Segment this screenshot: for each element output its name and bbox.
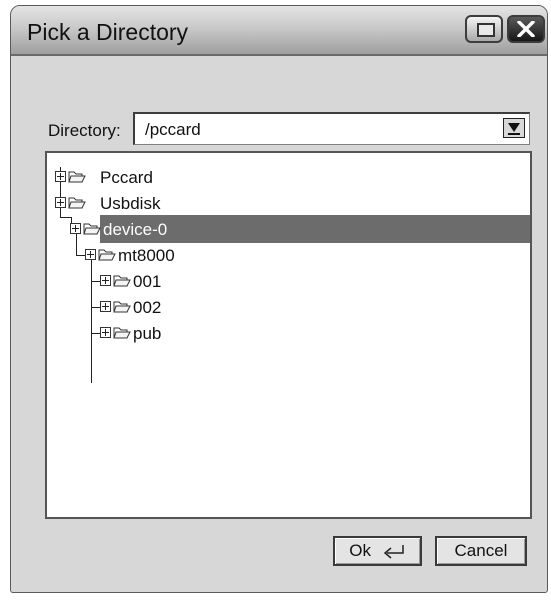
- expand-icon[interactable]: [100, 327, 111, 338]
- dropdown-arrow-button[interactable]: [503, 118, 525, 138]
- maximize-button[interactable]: [465, 15, 503, 43]
- tree-item[interactable]: Pccard: [47, 165, 530, 191]
- tree-item-label: Pccard: [100, 168, 153, 187]
- tree-item[interactable]: mt8000: [47, 243, 530, 269]
- ok-button[interactable]: Ok: [333, 536, 422, 566]
- directory-label: Directory:: [48, 121, 121, 140]
- tree-item-label: mt8000: [118, 246, 175, 265]
- enter-key-icon: [383, 544, 404, 559]
- folder-icon: [113, 301, 131, 313]
- expand-icon[interactable]: [55, 171, 66, 182]
- expand-icon[interactable]: [100, 275, 111, 286]
- cancel-button[interactable]: Cancel: [435, 536, 527, 566]
- tree-item-label: 001: [133, 272, 162, 291]
- title-bar[interactable]: Pick a Directory: [11, 6, 547, 56]
- expand-icon[interactable]: [55, 197, 66, 208]
- tree-item-label: device-0: [103, 220, 168, 239]
- maximize-icon: [477, 23, 495, 37]
- cancel-button-label: Cancel: [454, 541, 508, 560]
- expand-icon[interactable]: [70, 223, 81, 234]
- pick-directory-dialog: Pick a Directory Directory: /pccard Pcca…: [10, 5, 548, 593]
- tree-item-label: pub: [133, 324, 162, 343]
- ok-button-label: Ok: [349, 541, 371, 560]
- chevron-down-icon: [508, 123, 520, 132]
- folder-icon: [98, 249, 116, 261]
- folder-icon: [68, 171, 86, 183]
- directory-value: /pccard: [145, 120, 201, 139]
- tree-item-label: Usbdisk: [100, 194, 161, 213]
- folder-icon: [68, 197, 86, 209]
- tree-item[interactable]: device-0: [47, 215, 530, 243]
- close-icon: [517, 21, 535, 37]
- tree-item[interactable]: 002: [47, 295, 530, 321]
- tree-item-label: 002: [133, 298, 162, 317]
- tree-item[interactable]: Usbdisk: [47, 191, 530, 217]
- tree-item[interactable]: pub: [47, 321, 530, 347]
- expand-icon[interactable]: [100, 301, 111, 312]
- folder-icon: [83, 223, 101, 235]
- folder-icon: [113, 327, 131, 339]
- dialog-title: Pick a Directory: [27, 19, 189, 45]
- directory-select[interactable]: /pccard: [133, 112, 530, 145]
- directory-tree[interactable]: Pccard Usbdisk device-0 mt8000 001 002 pub: [45, 151, 532, 519]
- folder-icon: [113, 275, 131, 287]
- expand-icon[interactable]: [85, 249, 96, 260]
- tree-item[interactable]: 001: [47, 269, 530, 295]
- close-button[interactable]: [507, 15, 545, 43]
